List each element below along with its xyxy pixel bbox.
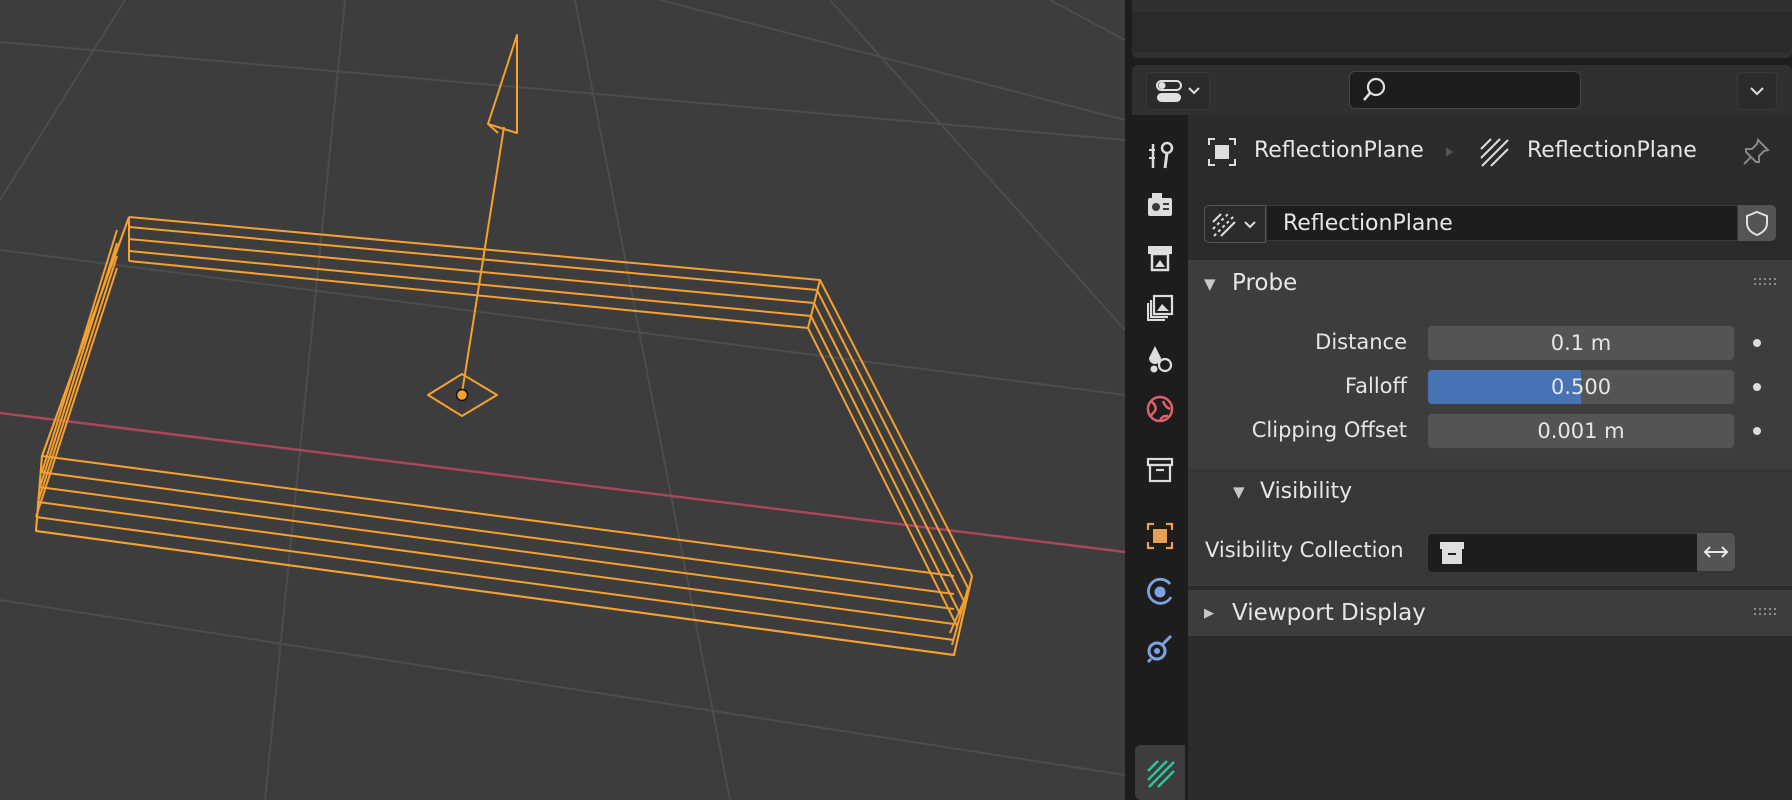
tab-world[interactable] xyxy=(1135,385,1185,433)
fake-user-button[interactable] xyxy=(1738,205,1776,241)
properties-search-input[interactable] xyxy=(1349,71,1581,109)
tab-constraints[interactable] xyxy=(1135,624,1185,672)
datablock-selector: ReflectionPlane xyxy=(1204,205,1776,243)
object-icon xyxy=(1146,522,1174,550)
clipping-offset-value: 0.001 m xyxy=(1537,419,1625,443)
viewport-canvas[interactable] xyxy=(0,0,1125,800)
arrow-left-right-icon xyxy=(1703,546,1729,558)
tab-output[interactable] xyxy=(1135,233,1185,281)
visibility-collection-label: Visibility Collection xyxy=(1205,538,1404,562)
tab-data[interactable] xyxy=(1135,745,1185,800)
object-origin xyxy=(455,388,469,402)
empty-area xyxy=(1188,636,1792,800)
properties-tabs xyxy=(1132,115,1188,800)
tab-render[interactable] xyxy=(1135,181,1185,229)
visibility-subpanel-header[interactable]: ▼ Visibility xyxy=(1188,469,1792,515)
triangle-down-icon: ▼ xyxy=(1233,483,1245,501)
scene-icon xyxy=(1149,346,1173,373)
drag-grip-icon[interactable] xyxy=(1754,277,1778,287)
shield-icon xyxy=(1746,210,1768,237)
probe-panel-title: Probe xyxy=(1232,270,1298,296)
tab-view-layer[interactable] xyxy=(1135,284,1185,332)
reflection-plane-object[interactable] xyxy=(35,34,973,656)
view-layer-icon xyxy=(1147,294,1174,321)
visibility-subpanel-title: Visibility xyxy=(1260,479,1353,504)
keyframe-dot[interactable] xyxy=(1753,339,1761,347)
breadcrumb-data: ReflectionPlane xyxy=(1527,138,1697,163)
floor-grid xyxy=(0,0,1125,800)
object-icon xyxy=(1208,138,1236,166)
constraints-icon xyxy=(1146,634,1173,664)
distance-value: 0.1 m xyxy=(1550,331,1612,355)
chevron-down-icon xyxy=(1750,87,1764,96)
collection-icon xyxy=(1146,457,1174,483)
pin-icon[interactable] xyxy=(1740,136,1772,168)
viewport-display-panel-header[interactable]: ▶ Viewport Display xyxy=(1188,590,1792,636)
collection-icon xyxy=(1440,542,1464,564)
lightprobe-data-icon xyxy=(1212,213,1256,237)
tab-scene[interactable] xyxy=(1135,335,1185,383)
drag-grip-icon[interactable] xyxy=(1754,607,1778,617)
tab-object[interactable] xyxy=(1135,512,1185,560)
properties-editor-icon xyxy=(1156,80,1200,102)
tab-physics[interactable] xyxy=(1135,568,1185,616)
lightprobe-data-icon xyxy=(1480,138,1509,167)
tab-collection[interactable] xyxy=(1135,446,1185,494)
editor-type-dropdown[interactable] xyxy=(1146,72,1210,110)
tab-tool[interactable] xyxy=(1135,131,1185,179)
visibility-collection-field[interactable] xyxy=(1427,533,1699,573)
keyframe-dot[interactable] xyxy=(1753,427,1761,435)
keyframe-dot[interactable] xyxy=(1753,383,1761,391)
viewport-display-panel-title: Viewport Display xyxy=(1232,600,1426,626)
distance-field[interactable]: 0.1 m xyxy=(1427,325,1735,361)
output-icon xyxy=(1148,246,1172,272)
triangle-right-icon: ▶ xyxy=(1204,606,1214,621)
falloff-slider[interactable]: 0.500 xyxy=(1427,369,1735,405)
distance-label: Distance xyxy=(1315,330,1407,354)
probe-panel-header[interactable]: ▼ Probe xyxy=(1188,260,1792,306)
x-axis-line xyxy=(0,411,1125,554)
invert-visibility-button[interactable] xyxy=(1697,533,1735,571)
3d-viewport[interactable] xyxy=(0,0,1125,800)
top-strip xyxy=(1132,0,1792,58)
falloff-value: 0.500 xyxy=(1550,375,1612,399)
render-icon xyxy=(1148,193,1172,216)
triangle-down-icon: ▼ xyxy=(1204,275,1216,293)
tool-icon xyxy=(1149,141,1174,169)
falloff-label: Falloff xyxy=(1344,374,1407,398)
chevron-right-icon xyxy=(1446,147,1453,157)
clipping-offset-field[interactable]: 0.001 m xyxy=(1427,413,1735,449)
lightprobe-data-icon xyxy=(1147,759,1175,788)
options-dropdown[interactable] xyxy=(1737,72,1777,110)
physics-icon xyxy=(1147,577,1173,605)
breadcrumb-object: ReflectionPlane xyxy=(1254,138,1424,163)
search-icon xyxy=(1363,77,1386,101)
clipping-offset-label: Clipping Offset xyxy=(1251,418,1407,442)
browse-data-button[interactable] xyxy=(1204,205,1266,243)
datablock-name-field[interactable]: ReflectionPlane xyxy=(1266,205,1738,241)
world-icon xyxy=(1146,395,1174,423)
